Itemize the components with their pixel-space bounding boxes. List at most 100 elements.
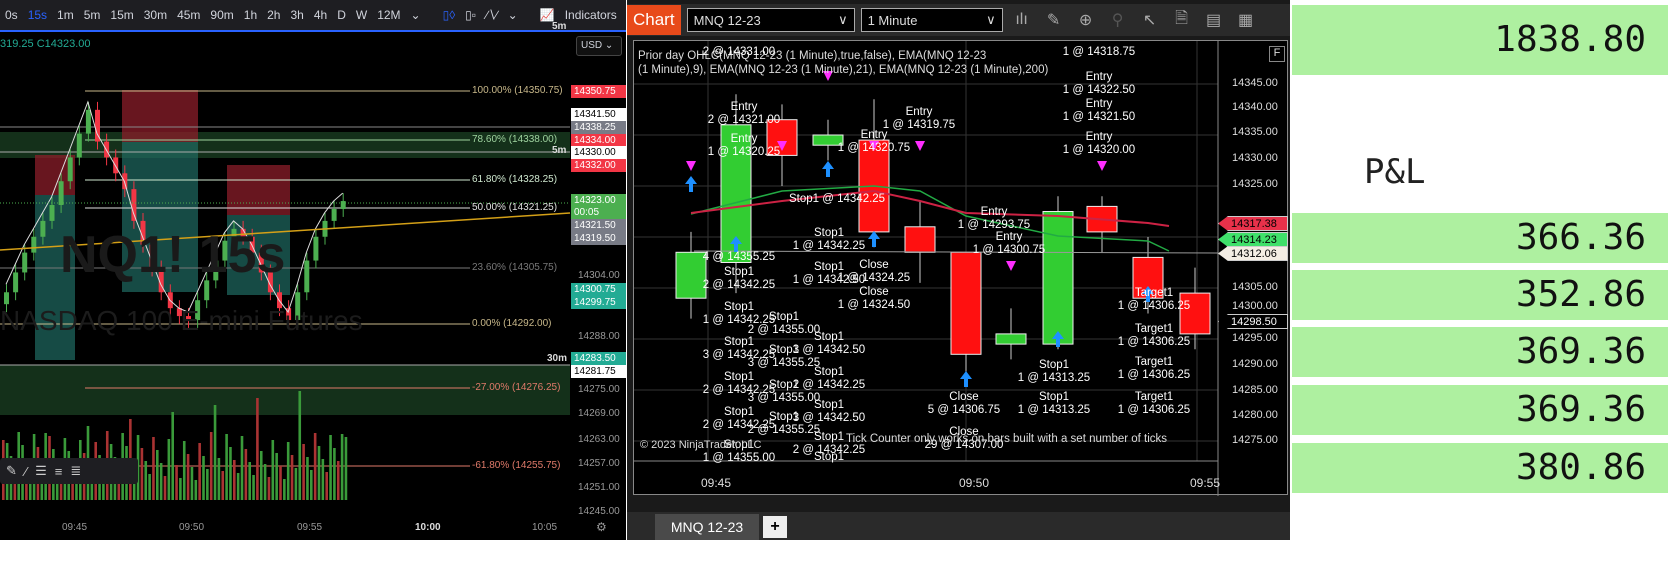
tab-mnq[interactable]: MNQ 12-23	[655, 514, 759, 540]
order-label-line: 1 @ 14322.50	[1062, 84, 1136, 96]
timeframe-2h[interactable]: 2h	[262, 8, 285, 22]
timeframe-90m[interactable]: 90m	[205, 8, 238, 22]
timeframe-1h[interactable]: 1h	[239, 8, 262, 22]
order-label-line: 2 @ 14342.25	[702, 279, 776, 291]
order-label: Close 1 @ 14324.50	[834, 286, 914, 312]
pointer-icon[interactable]: ↖	[1137, 10, 1163, 30]
fib-icon[interactable]: ≡	[55, 464, 63, 479]
pencil-icon[interactable]: ✎	[1041, 10, 1067, 30]
settings-lines-icon[interactable]: ≣	[70, 463, 81, 479]
volume-bar	[344, 437, 348, 500]
price-label: 14350.75	[571, 85, 626, 98]
order-label-line: 1 @ 14306.25	[1117, 369, 1191, 381]
fib-level-label: -27.00% (14276.25)	[472, 382, 561, 393]
order-label-line: 1 @ 14320.25	[707, 146, 781, 158]
timeframe-15s[interactable]: 15s	[23, 8, 52, 22]
bars-icon[interactable]: ▯▫	[460, 8, 481, 22]
timeframe-45m[interactable]: 45m	[172, 8, 205, 22]
chart-menu-button[interactable]: Chart	[627, 5, 681, 35]
order-label-line: 2 @ 14342.25	[792, 379, 866, 391]
fib-level-label: 100.00% (14350.75)	[472, 85, 563, 96]
volume-bar	[198, 443, 201, 500]
order-label-line: 1 @ 14306.25	[1117, 336, 1191, 348]
timeframe-1m[interactable]: 1m	[52, 8, 79, 22]
interval-select[interactable]: 1 Minute ∨	[860, 8, 1003, 32]
candle	[331, 208, 337, 221]
volume-bar	[283, 479, 286, 500]
candles-icon[interactable]: ▯◊	[438, 8, 461, 22]
lines-icon[interactable]: ☰	[35, 463, 47, 479]
candle	[950, 251, 982, 355]
more-icon[interactable]: ▦	[1233, 10, 1259, 30]
candle	[13, 272, 19, 293]
zoom-out-icon[interactable]: ⚲	[1105, 10, 1131, 30]
order-label-line: Entry	[1085, 131, 1113, 143]
instrument-select[interactable]: MNQ 12-23 ∨	[686, 8, 855, 32]
order-label-line: Stop1	[813, 399, 845, 411]
chart-type-dropdown-icon[interactable]: ⌄	[503, 8, 523, 22]
volume-bar	[271, 440, 275, 500]
order-label-line: 3 @ 14342.50	[792, 412, 866, 424]
order-label-line: 1 @ 14306.25	[1117, 300, 1191, 312]
add-tab-button[interactable]: +	[763, 516, 787, 538]
nt-chart-area[interactable]: Prior day OHLC(MNQ 12-23 (1 Minute),true…	[633, 40, 1288, 496]
timeframe-dropdown-icon[interactable]: ⌄	[406, 8, 426, 22]
order-label-line: Target1	[1134, 356, 1174, 368]
order-label: Entry 2 @ 14321.00	[704, 101, 784, 127]
pen-icon[interactable]: ✎	[6, 463, 17, 479]
price-label: 14314.23	[1218, 232, 1288, 247]
order-label: Entry 1 @ 14319.75	[879, 106, 959, 132]
timeframe-15m[interactable]: 15m	[105, 8, 138, 22]
bar-type-icon[interactable]: ılı	[1009, 11, 1035, 29]
time-axis-tick: 09:50	[959, 476, 990, 490]
volume-bar	[306, 457, 309, 500]
price-label: 14298.50	[1218, 314, 1288, 329]
pnl-value: 369.36	[1292, 327, 1668, 377]
brush-icon[interactable]: ⁄	[25, 464, 27, 479]
order-label-line: Stop1	[813, 451, 845, 463]
price-axis-tick: 14275.00	[1232, 434, 1278, 446]
timeframe-30m[interactable]: 30m	[139, 8, 172, 22]
volume-bar	[152, 437, 155, 500]
volume-bar	[206, 469, 209, 500]
ohlc-readout: 319.25 C14323.00	[0, 38, 91, 50]
order-label: Stop1 1 @ 14342.25	[789, 227, 869, 253]
order-label-line: 1 @ 14320.75	[837, 142, 911, 154]
timeframe-5m[interactable]: 5m	[79, 8, 106, 22]
order-label: Target1 1 @ 14306.25	[1114, 391, 1194, 417]
tradingview-chart-panel: 0s 15s 1m 5m 15m 30m 45m 90m 1h 2h 3h 4h D W 12M ⌄ ▯◊ …	[0, 0, 626, 540]
currency-select[interactable]: USD ⌄	[576, 36, 622, 56]
volume-bar	[140, 448, 144, 500]
price-label: 14299.75	[571, 296, 626, 309]
volume-bar	[190, 467, 194, 500]
zoom-in-icon[interactable]: ⊕	[1073, 10, 1099, 30]
timeframe-3h[interactable]: 3h	[285, 8, 308, 22]
indicators-dropdown-icon[interactable]: ⌄	[622, 8, 626, 22]
line-chart-icon[interactable]: ∕∖∕	[481, 8, 503, 22]
properties-icon[interactable]: ▤	[1201, 10, 1227, 30]
order-label-line: 1 @ 14300.75	[972, 244, 1046, 256]
timeframe-0s[interactable]: 0s	[0, 8, 23, 22]
order-label-line: Entry	[1085, 98, 1113, 110]
price-axis-tick: 14288.00	[578, 331, 620, 342]
indicators-button[interactable]: Indicators	[560, 8, 622, 22]
settings-gear-icon[interactable]: ⚙	[596, 520, 607, 534]
timeframe-D[interactable]: D	[332, 8, 351, 22]
volume-bar	[217, 458, 221, 500]
arrow-up-icon	[868, 231, 880, 247]
timeframe-12M[interactable]: 12M	[372, 8, 405, 22]
timeframe-W[interactable]: W	[351, 8, 372, 22]
candle	[904, 226, 936, 253]
f-button[interactable]: F	[1269, 46, 1285, 62]
indicators-icon[interactable]: 📈	[535, 8, 560, 22]
price-axis-tick: 14269.00	[578, 408, 620, 419]
candle	[304, 260, 310, 293]
candle	[67, 157, 73, 182]
volume-bar	[286, 442, 290, 500]
order-label-line: 1 @ 14306.25	[1117, 404, 1191, 416]
candle	[31, 236, 37, 253]
data-box-icon[interactable]: 🗎	[1169, 7, 1195, 34]
volume-bar	[179, 478, 182, 500]
order-label: 4 @ 14355.25	[699, 251, 779, 264]
timeframe-4h[interactable]: 4h	[309, 8, 332, 22]
